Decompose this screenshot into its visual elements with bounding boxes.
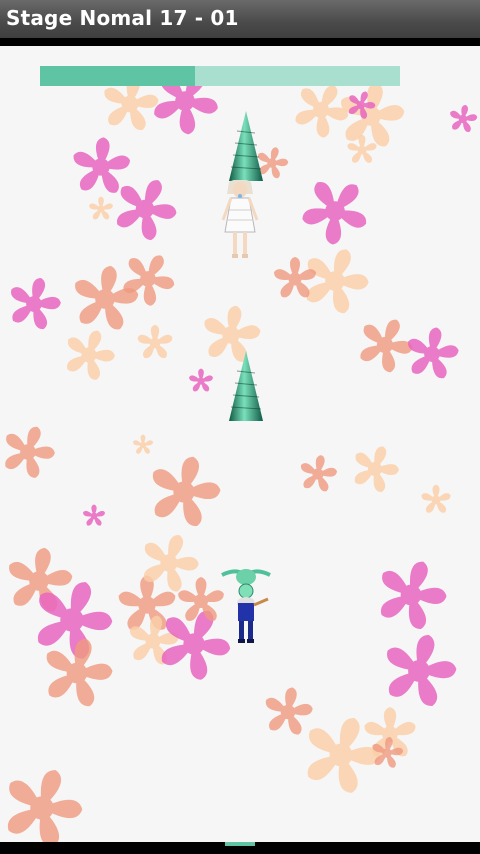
sakura-petal [371, 623, 467, 719]
sakura-petal [136, 324, 174, 362]
sakura-petal [0, 270, 68, 339]
enemy-bullet [227, 111, 265, 183]
sakura-petal [367, 733, 406, 772]
sakura-petal [82, 504, 106, 528]
stage-title: Stage Nomal 17 - 01 [6, 6, 239, 30]
game-field[interactable] [0, 46, 480, 842]
sakura-petal [132, 434, 154, 456]
sakura-petal [176, 576, 226, 626]
boss-sprite [217, 179, 263, 260]
player-sprite[interactable] [220, 567, 272, 645]
sakura-petal [420, 484, 452, 516]
enemy-bullet [227, 351, 265, 423]
sakura-petal [346, 134, 378, 166]
sakura-petal [0, 416, 64, 488]
sakura-petal [0, 754, 96, 842]
sakura-petal [272, 256, 318, 302]
sakura-petal [295, 451, 341, 497]
sakura-petal [188, 368, 214, 394]
sakura-petal [343, 437, 407, 501]
boss-hp-fill [40, 66, 195, 86]
sakura-petal [88, 196, 114, 222]
sakura-petal [446, 102, 480, 137]
boss-hp-bar [40, 66, 400, 86]
sakura-petal [400, 322, 465, 387]
bottom-indicator [225, 842, 255, 846]
title-separator [0, 38, 480, 46]
title-bar: Stage Nomal 17 - 01 [0, 0, 480, 38]
